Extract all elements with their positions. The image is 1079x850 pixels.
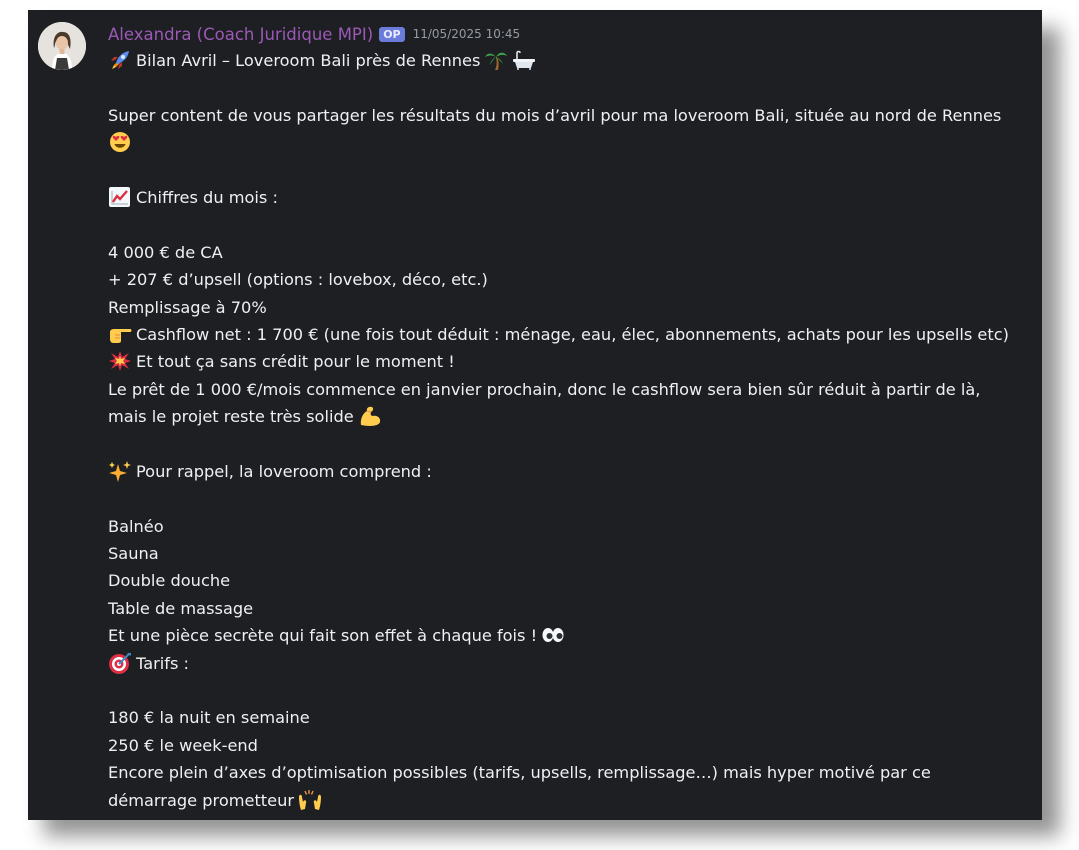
loan-line-1: Le prêt de 1 000 €/mois commence en janv… bbox=[108, 379, 981, 399]
flexed-biceps-icon bbox=[358, 405, 382, 427]
message-title-line: Bilan Avril – Loveroom Bali près de Renn… bbox=[108, 47, 1038, 74]
eyes-icon bbox=[541, 624, 565, 646]
avatar[interactable] bbox=[38, 22, 86, 70]
closing-line-2: démarrage prometteur bbox=[108, 787, 1038, 814]
heart-eyes-icon bbox=[108, 131, 132, 153]
revenue-line: 4 000 € de CA bbox=[108, 242, 223, 262]
raising-hands-icon bbox=[298, 789, 322, 811]
message-title: Bilan Avril – Loveroom Bali près de Renn… bbox=[136, 51, 481, 70]
bathtub-icon bbox=[512, 49, 536, 71]
loan-line-2: mais le projet reste très solide bbox=[108, 403, 1038, 430]
rocket-icon bbox=[108, 49, 132, 71]
message-body: Bilan Avril – Loveroom Bali près de Renn… bbox=[108, 47, 1038, 814]
target-icon bbox=[108, 652, 132, 674]
sparkles-icon bbox=[108, 460, 132, 482]
secret-room-line: Et une pièce secrète qui fait son effet … bbox=[108, 622, 1038, 649]
collision-icon bbox=[108, 350, 132, 372]
chat-message: Alexandra (Coach Juridique MPI) OP 11/05… bbox=[28, 10, 1042, 820]
loan-text-2: mais le projet reste très solide bbox=[108, 407, 354, 427]
chart-increasing-icon bbox=[108, 186, 132, 208]
secret-room-text: Et une pièce secrète qui fait son effet … bbox=[108, 626, 538, 646]
closing-line-1: Encore plein d’axes d’optimisation possi… bbox=[108, 763, 931, 783]
closing-text-2: démarrage prometteur bbox=[108, 790, 295, 810]
message-header: Alexandra (Coach Juridique MPI) OP 11/05… bbox=[108, 23, 520, 45]
reminder-heading: Pour rappel, la loveroom comprend : bbox=[136, 461, 432, 481]
timestamp[interactable]: 11/05/2025 10:45 bbox=[413, 27, 521, 41]
figures-heading-line: Chiffres du mois : bbox=[108, 184, 1038, 211]
amenity-item: Balnéo bbox=[108, 516, 164, 536]
upsell-line: + 207 € d’upsell (options : lovebox, déc… bbox=[108, 270, 488, 290]
intro-emoji-line bbox=[108, 129, 1038, 156]
figures-heading: Chiffres du mois : bbox=[136, 187, 278, 207]
pricing-heading-line: Tarifs : bbox=[108, 650, 1038, 677]
occupancy-line: Remplissage à 70% bbox=[108, 297, 267, 317]
op-badge: OP bbox=[379, 26, 405, 42]
cashflow-line: Cashflow net : 1 700 € (une fois tout dé… bbox=[108, 321, 1038, 348]
amenity-item: Sauna bbox=[108, 544, 159, 564]
intro-text-line: Super content de vous partager les résul… bbox=[108, 105, 1002, 125]
cashflow-text: Cashflow net : 1 700 € (une fois tout dé… bbox=[136, 324, 1009, 344]
author-name[interactable]: Alexandra (Coach Juridique MPI) bbox=[108, 25, 373, 44]
amenity-item: Double douche bbox=[108, 571, 231, 591]
pointing-right-icon bbox=[108, 323, 132, 345]
palm-tree-icon bbox=[484, 49, 508, 71]
reminder-heading-line: Pour rappel, la loveroom comprend : bbox=[108, 458, 1038, 485]
price-weekend-line: 250 € le week-end bbox=[108, 735, 258, 755]
price-weeknight-line: 180 € la nuit en semaine bbox=[108, 708, 310, 728]
no-credit-line: Et tout ça sans crédit pour le moment ! bbox=[108, 348, 1038, 375]
amenity-item: Table de massage bbox=[108, 598, 254, 618]
no-credit-text: Et tout ça sans crédit pour le moment ! bbox=[136, 352, 455, 372]
pricing-heading: Tarifs : bbox=[136, 653, 190, 673]
